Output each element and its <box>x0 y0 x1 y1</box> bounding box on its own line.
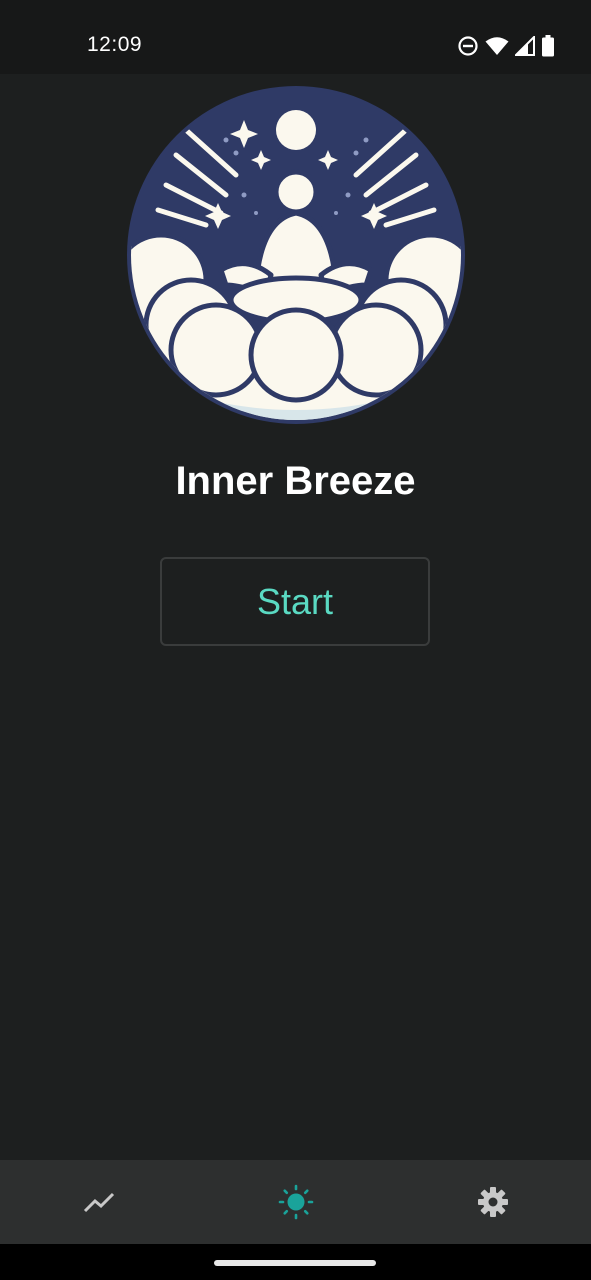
battery-icon <box>541 35 555 57</box>
status-icons <box>457 33 555 59</box>
nav-item-breathe[interactable] <box>197 1160 394 1244</box>
gesture-navigation-bar <box>0 1244 591 1280</box>
home-gesture-handle[interactable] <box>214 1260 376 1266</box>
wifi-icon <box>485 36 509 56</box>
settings-gear-icon <box>477 1186 509 1218</box>
bottom-navigation <box>0 1160 591 1244</box>
meditation-logo-icon <box>126 85 466 425</box>
start-button[interactable]: Start <box>160 557 430 646</box>
status-time: 12:09 <box>87 33 143 56</box>
app-screen: 12:09 Inner Breeze Start <box>0 0 591 1280</box>
do-not-disturb-icon <box>457 35 479 57</box>
status-bar: 12:09 <box>0 0 591 74</box>
nav-item-settings[interactable] <box>394 1160 591 1244</box>
breathe-sun-icon <box>278 1184 314 1220</box>
nav-item-progress[interactable] <box>0 1160 197 1244</box>
app-title: Inner Breeze <box>175 459 416 503</box>
progress-chart-icon <box>83 1191 115 1213</box>
signal-icon <box>515 36 535 56</box>
